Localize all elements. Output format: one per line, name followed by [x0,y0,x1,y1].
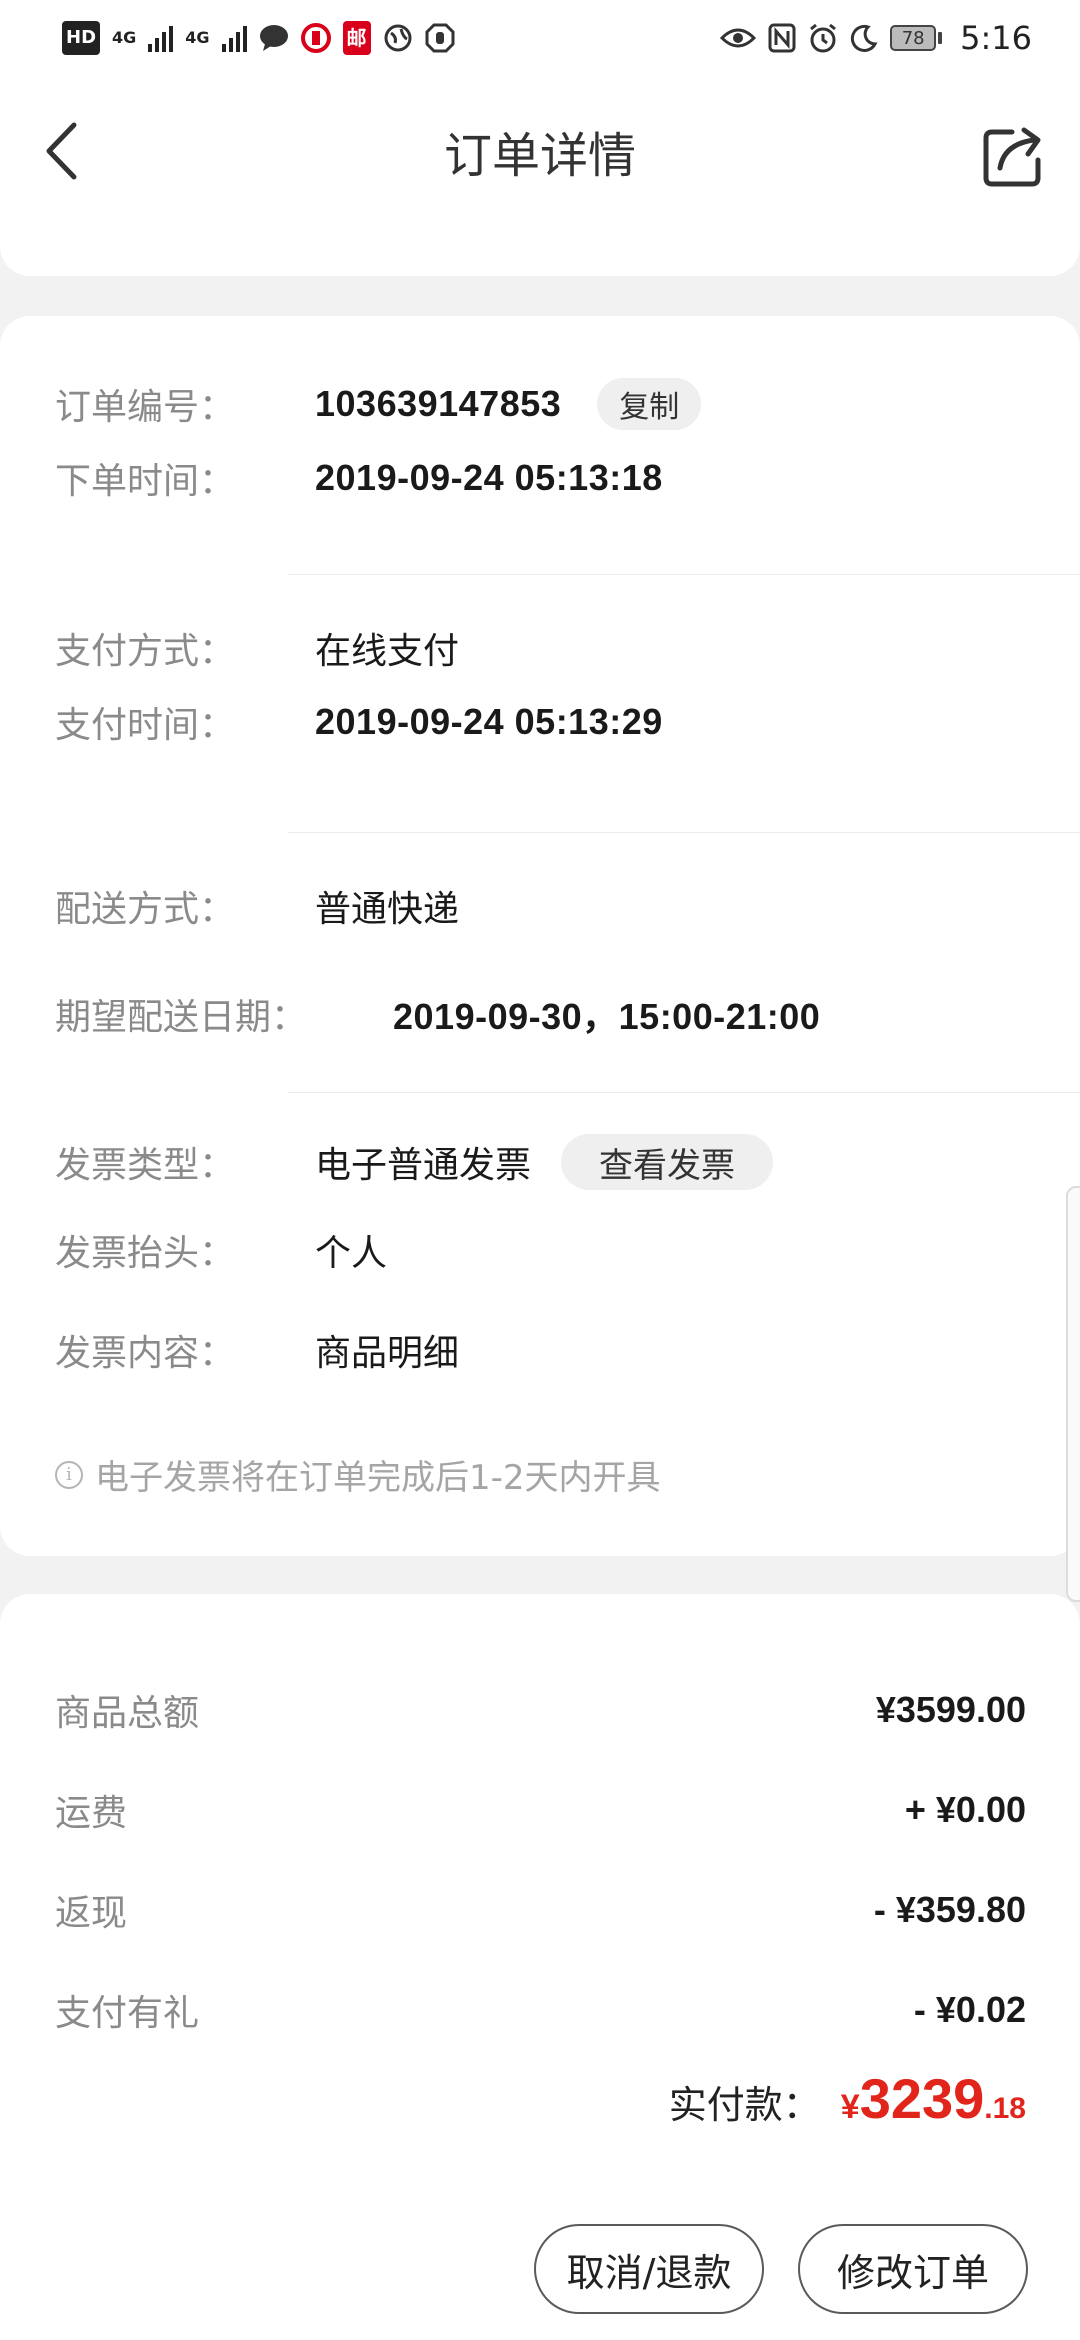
pay-gift-value: - ¥0.02 [913,1989,1026,2030]
invoice-type-row: 发票类型： 电子普通发票 查看发票 [55,1132,1040,1192]
expect-date-label: 期望配送日期： [55,997,308,1038]
invoice-title-value: 个人 [315,1233,388,1274]
modify-order-button[interactable]: 修改订单 [798,2224,1028,2314]
clock-time: 5:16 [960,19,1032,57]
scrollbar[interactable] [1066,1186,1080,1602]
share-icon [983,127,1041,187]
pay-gift-label: 支付有礼 [55,1993,200,2034]
invoice-note-text: 电子发票将在订单完成后1-2天内开具 [95,1458,661,1498]
expect-date-row: 期望配送日期： 2019-09-30，15:00-21:00 [55,984,1040,1044]
share-button[interactable] [974,116,1054,196]
goods-total-label: 商品总额 [55,1693,200,1734]
network-type-icon: 4G [112,28,137,47]
page-title: 订单详情 [443,128,636,184]
cashback-label: 返现 [55,1893,128,1934]
ship-method-row: 配送方式： 普通快递 [55,876,1040,936]
paid-integer: 3239 [859,2067,985,2130]
pay-time-row: 支付时间： 2019-09-24 05:13:29 [55,692,1040,752]
order-detail-screen: HD 4G 4G 邮 78 5:16 订单详情 订单编号： 1036391478… [0,0,1080,2340]
signal-icon-2 [221,24,247,52]
mail-app-icon: 邮 [342,21,371,55]
pay-time-label: 支付时间： [55,705,236,746]
bank-app-icon [300,21,331,55]
order-time-row: 下单时间： 2019-09-24 05:13:18 [55,448,1040,508]
network-type-icon-2: 4G [185,28,210,47]
shipping-row: 运费 + ¥0.00 [55,1780,1026,1840]
pay-method-row: 支付方式： 在线支付 [55,618,1040,678]
order-time-value: 2019-09-24 05:13:18 [315,457,663,498]
expect-date-value: 2019-09-30，15:00-21:00 [393,996,821,1037]
pay-method-value: 在线支付 [315,631,460,672]
hand-icon [425,21,455,55]
ship-method-value: 普通快递 [315,889,460,930]
order-number-value: 103639147853 [315,383,562,424]
ship-method-label: 配送方式： [55,889,236,930]
status-bar-right: 78 5:16 [720,19,1032,57]
invoice-note: i 电子发票将在订单完成后1-2天内开具 [55,1450,661,1499]
goods-total-row: 商品总额 ¥3599.00 [55,1680,1026,1740]
copy-button[interactable]: 复制 [597,378,702,430]
globe-icon [383,21,413,55]
battery-level: 78 [890,25,937,51]
invoice-title-row: 发票抬头： 个人 [55,1220,1040,1280]
pay-time-value: 2019-09-24 05:13:29 [315,701,663,742]
eye-icon [720,21,757,55]
invoice-type-label: 发票类型： [55,1145,236,1186]
divider [288,1092,1080,1093]
invoice-content-label: 发票内容： [55,1333,236,1374]
divider [288,574,1080,575]
shipping-label: 运费 [55,1793,128,1834]
paid-total-row: 实付款： ¥ 3239 .18 [669,2066,1026,2131]
info-icon: i [55,1460,83,1489]
view-invoice-button[interactable]: 查看发票 [561,1134,774,1190]
signal-icon [148,24,174,52]
alarm-icon [808,21,838,55]
status-bar-left: HD 4G 4G 邮 [62,21,455,55]
pay-gift-row: 支付有礼 - ¥0.02 [55,1980,1026,2040]
goods-total-value: ¥3599.00 [875,1689,1026,1730]
paid-decimal: .18 [984,2092,1026,2125]
order-number-label: 订单编号： [55,387,236,428]
cashback-row: 返现 - ¥359.80 [55,1880,1026,1940]
order-time-label: 下单时间： [55,461,236,502]
invoice-content-value: 商品明细 [315,1333,460,1374]
chat-icon [259,21,289,55]
status-bar: HD 4G 4G 邮 78 5:16 [0,0,1080,76]
paid-total-label: 实付款： [668,2083,821,2127]
cancel-refund-button[interactable]: 取消/退款 [534,2224,764,2314]
invoice-content-row: 发票内容： 商品明细 [55,1320,1040,1380]
nfc-icon [768,21,796,55]
bottom-action-bar: 取消/退款 修改订单 [0,2154,1080,2340]
pay-method-label: 支付方式： [55,631,236,672]
order-number-row: 订单编号： 103639147853 复制 [55,374,1040,434]
invoice-type-value: 电子普通发票 [315,1145,532,1186]
page-header: 订单详情 [0,76,1080,276]
shipping-value: + ¥0.00 [904,1789,1026,1830]
moon-icon [850,21,878,55]
order-info-card: 订单编号： 103639147853 复制 下单时间： 2019-09-24 0… [0,316,1080,1556]
hd-icon: HD [62,21,101,55]
cashback-value: - ¥359.80 [873,1889,1026,1930]
paid-currency: ¥ [840,2088,860,2126]
battery-icon: 78 [890,25,943,51]
amount-card: 商品总额 ¥3599.00 运费 + ¥0.00 返现 - ¥359.80 支付… [0,1594,1080,2154]
invoice-title-label: 发票抬头： [55,1233,236,1274]
divider [288,832,1080,833]
